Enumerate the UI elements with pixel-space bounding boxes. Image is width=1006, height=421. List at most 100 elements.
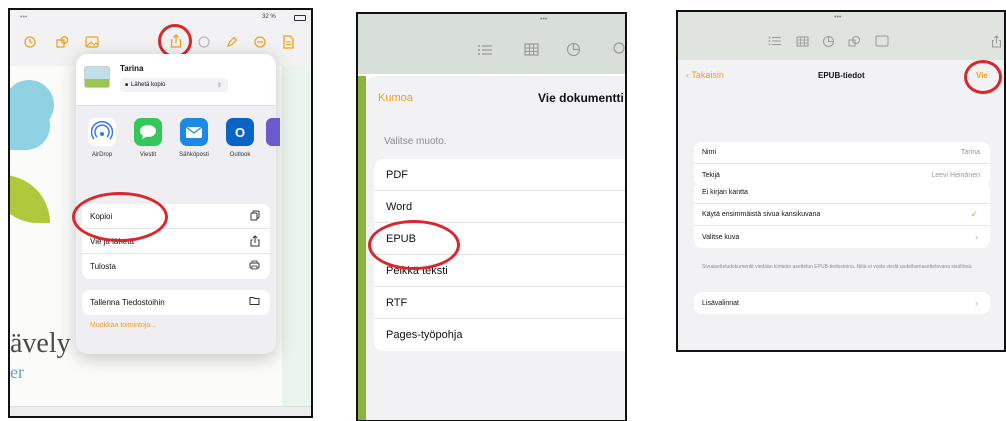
cover-option-label: Valitse kuva [702, 233, 740, 241]
format-label: Word [386, 200, 413, 213]
layout-note: Sivuasetteludokumentit viedään kiinteän … [702, 264, 973, 270]
send-copy-label: Lähetä kopio [131, 82, 166, 88]
share-app-airdrop[interactable]: AirDrop [80, 118, 124, 158]
share-app-mail[interactable]: Sähköposti [172, 118, 216, 158]
list-icon[interactable] [766, 34, 782, 48]
action-print[interactable]: Tulosta [82, 254, 270, 279]
shapes-icon[interactable] [54, 34, 70, 50]
format-label: Pages-työpohja [386, 329, 463, 341]
back-button[interactable]: ‹ Takaisin [686, 70, 724, 80]
cover-option-label: Ei kirjan kantta [702, 189, 748, 196]
app-label: Outlook [229, 152, 251, 158]
sheet-title: Vie dokumentti [538, 91, 624, 105]
author-value: Leevi Heinänen [931, 171, 980, 179]
format-option-pages-template[interactable]: Pages-työpohja [374, 319, 625, 351]
table-icon[interactable] [794, 34, 810, 48]
metadata-group: Nimi Tarina Tekijä Leevi Heinänen [694, 142, 990, 186]
export-sheet-bottom [366, 364, 625, 420]
cover-group: Ei kirjan kantta Käytä ensimmäistä sivua… [694, 182, 990, 248]
more-options-group: Lisävalinnat › [694, 292, 990, 314]
author-label: Tekijä [702, 171, 720, 179]
cover-option-choose-image[interactable]: Valitse kuva › [694, 226, 990, 248]
format-label: RTF [386, 296, 408, 309]
document-small-icon: ■ [125, 82, 129, 88]
clock-icon[interactable] [22, 34, 38, 50]
document-icon[interactable] [280, 33, 296, 50]
app-label: Viestit [139, 152, 157, 158]
export-send-highlight [72, 192, 168, 242]
action-label: Tallenna Tiedostoihin [90, 298, 165, 307]
format-option-pdf[interactable]: PDF [374, 159, 625, 191]
pen-icon[interactable] [224, 34, 240, 50]
outlook-icon: O [226, 118, 254, 146]
chevron-right-icon: › [975, 298, 978, 308]
document-heading-text: ävely [10, 328, 71, 359]
status-dots: ••• [834, 14, 842, 21]
chevron-right-icon: › [975, 232, 978, 242]
chart-icon[interactable] [820, 33, 836, 49]
name-label: Nimi [702, 149, 716, 156]
battery-icon [294, 15, 306, 21]
shapes-icon[interactable] [846, 33, 862, 49]
format-label: PDF [386, 168, 408, 181]
more-options-row[interactable]: Lisävalinnat › [694, 292, 990, 314]
app-label: AirDrop [91, 152, 113, 158]
format-option-word[interactable]: Word [374, 191, 625, 223]
document-thumbnail [84, 66, 110, 88]
pages-share-panel: ävely er ••• 32 % Tarina ■ Lähetä kopio … [8, 8, 313, 418]
edit-actions-link[interactable]: Muokkaa toimintoja... [90, 322, 156, 329]
cancel-button[interactable]: Kumoa [378, 92, 413, 104]
epub-navbar: ‹ Takaisin EPUB-tiedot Vie [678, 64, 1004, 90]
cover-option-label: Käytä ensimmäistä sivua kansikuvana [702, 211, 821, 218]
copy-icon [250, 210, 260, 224]
mail-icon [180, 118, 208, 146]
share-icon [250, 235, 260, 250]
export-button-highlight [964, 60, 1002, 94]
format-option-rtf[interactable]: RTF [374, 287, 625, 319]
minus-icon[interactable] [252, 34, 268, 50]
sheet-title: EPUB-tiedot [818, 71, 865, 80]
folder-icon [249, 296, 260, 308]
action-label: Tulosta [90, 262, 116, 271]
share-button-highlight [158, 24, 192, 58]
export-document-panel: ••• Kumoa Vie dokumentti Valitse muoto. … [356, 12, 627, 421]
table-icon[interactable] [522, 41, 540, 57]
app-label: Sähköposti [179, 152, 209, 158]
status-dots: ••• [20, 14, 28, 21]
airdrop-icon [88, 118, 116, 146]
epub-highlight [368, 220, 460, 270]
chevron-updown-icon: ⇕ [216, 82, 222, 89]
media-icon[interactable] [874, 33, 890, 49]
name-row[interactable]: Nimi Tarina [694, 142, 990, 164]
share-header: Tarina ■ Lähetä kopio ⇕ [76, 54, 276, 106]
battery-status: 32 % [262, 14, 276, 20]
document-subheading-text: er [10, 362, 24, 382]
section-label: Valitse muoto. [384, 136, 447, 147]
status-dots: ••• [540, 16, 548, 23]
cover-option-none[interactable]: Ei kirjan kantta [694, 182, 990, 204]
document-side-strip [282, 66, 311, 406]
document-edge [358, 76, 366, 420]
more-options-label: Lisävalinnat [702, 299, 739, 307]
messages-icon [134, 118, 162, 146]
share-apps-row: AirDrop Viestit Sähköposti O Outlook [76, 118, 280, 198]
share-app-messages[interactable]: Viestit [126, 118, 170, 158]
back-label: Takaisin [691, 70, 724, 80]
share-actions-list-2: Tallenna Tiedostoihin [82, 290, 270, 315]
printer-icon [249, 260, 260, 273]
shapes-icon[interactable] [608, 40, 625, 58]
media-icon[interactable] [84, 34, 100, 50]
action-save-to-files[interactable]: Tallenna Tiedostoihin [82, 290, 270, 315]
send-copy-selector[interactable]: ■ Lähetä kopio ⇕ [120, 78, 228, 92]
chart-icon[interactable] [564, 40, 582, 58]
comment-icon[interactable] [196, 34, 212, 50]
cover-option-first-page[interactable]: Käytä ensimmäistä sivua kansikuvana ✓ [694, 204, 990, 226]
name-value: Tarina [960, 149, 980, 156]
list-icon[interactable] [476, 42, 494, 58]
epub-details-panel: ••• ‹ Takaisin EPUB-tiedot Vie Nimi Tari… [676, 10, 1006, 352]
share-app-outlook[interactable]: O Outlook [218, 118, 262, 158]
more-apps-peek[interactable] [266, 118, 280, 146]
bottom-bar [10, 406, 311, 416]
share-doc-title: Tarina [120, 64, 144, 73]
share-icon[interactable] [988, 32, 1004, 50]
